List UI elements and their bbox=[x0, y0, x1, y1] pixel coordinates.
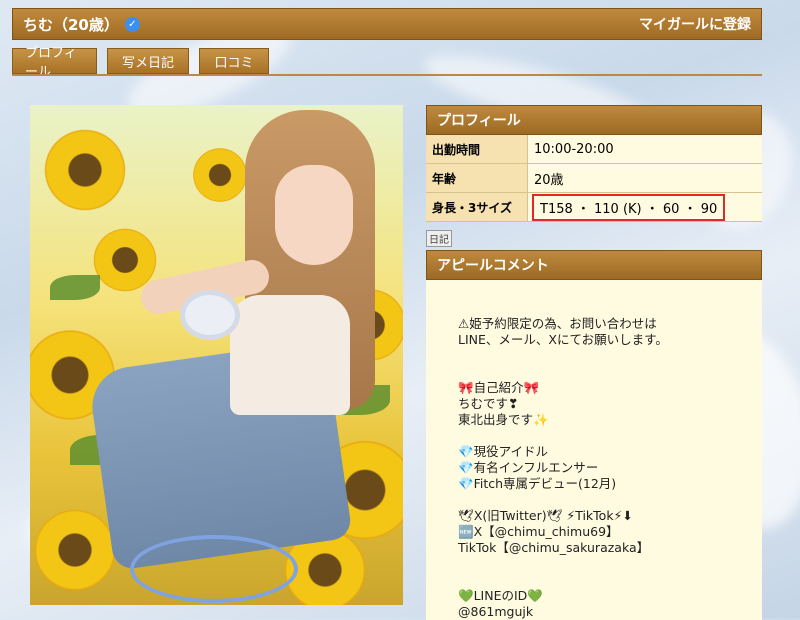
appeal-line: LINE、メール、Xにてお願いします。 bbox=[458, 332, 668, 347]
profile-row-size: 身長・3サイズ T158 ・ 110 (K) ・ 60 ・ 90 bbox=[426, 193, 762, 222]
appeal-line bbox=[458, 428, 752, 444]
profile-label: 身長・3サイズ bbox=[426, 193, 528, 221]
profile-row-shift: 出勤時間 10:00-20:00 bbox=[426, 135, 762, 164]
appeal-line bbox=[458, 556, 752, 572]
hose-nozzle bbox=[180, 290, 240, 340]
profile-tabs: プロフィール 写メ日記 口コミ bbox=[12, 46, 269, 80]
profile-photo[interactable] bbox=[30, 105, 403, 605]
profile-heading: プロフィール bbox=[426, 105, 762, 135]
profile-label: 年齢 bbox=[426, 164, 528, 192]
profile-value-cell: T158 ・ 110 (K) ・ 60 ・ 90 bbox=[528, 193, 762, 221]
tab-reviews[interactable]: 口コミ bbox=[199, 48, 269, 74]
diary-link[interactable]: 日記 bbox=[426, 230, 452, 247]
appeal-line: 🆕X【@chimu_chimu69】 bbox=[458, 524, 619, 539]
appeal-line: TikTok【@chimu_sakurazaka】 bbox=[458, 540, 650, 555]
appeal-line bbox=[458, 364, 752, 380]
appeal-line: 🕊X(旧Twitter)🕊 ⚡TikTok⚡⬇ bbox=[458, 508, 633, 523]
profile-value: 20歳 bbox=[528, 164, 762, 192]
appeal-line: 💎現役アイドル bbox=[458, 444, 548, 459]
profile-panel: プロフィール 出勤時間 10:00-20:00 年齢 20歳 身長・3サイズ T… bbox=[426, 105, 762, 222]
appeal-line: 💚LINEのID💚 bbox=[458, 588, 543, 603]
size-value-highlight: T158 ・ 110 (K) ・ 60 ・ 90 bbox=[532, 193, 726, 221]
appeal-line bbox=[458, 492, 752, 508]
appeal-line: ちむです❣ bbox=[458, 396, 519, 411]
appeal-line: 💎Fitch専属デビュー(12月) bbox=[458, 476, 617, 491]
appeal-heading: アピールコメント bbox=[426, 250, 762, 280]
verified-check-icon: ✓ bbox=[124, 16, 140, 32]
profile-value: 10:00-20:00 bbox=[528, 135, 762, 163]
tab-photo-diary[interactable]: 写メ日記 bbox=[107, 48, 189, 74]
tab-divider bbox=[12, 74, 762, 76]
profile-row-age: 年齢 20歳 bbox=[426, 164, 762, 193]
profile-label: 出勤時間 bbox=[426, 135, 528, 163]
profile-title-bar: ちむ（20歳） ✓ マイガールに登録 bbox=[12, 8, 762, 40]
appeal-line: 東北出身です✨ bbox=[458, 412, 549, 427]
appeal-line: 💎有名インフルエンサー bbox=[458, 460, 599, 475]
appeal-line: ⚠姫予約限定の為、お問い合わせは bbox=[458, 316, 657, 331]
appeal-panel: アピールコメント ⚠姫予約限定の為、お問い合わせは LINE、メール、Xにてお願… bbox=[426, 250, 762, 620]
appeal-line bbox=[458, 572, 752, 588]
girl-name: ちむ（20歳） bbox=[23, 15, 119, 34]
tab-profile[interactable]: プロフィール bbox=[12, 46, 97, 80]
register-my-girl-button[interactable]: マイガールに登録 bbox=[639, 14, 751, 34]
hose bbox=[130, 535, 298, 603]
appeal-line bbox=[458, 348, 752, 364]
appeal-comment-body: ⚠姫予約限定の為、お問い合わせは LINE、メール、Xにてお願いします。 🎀自己… bbox=[426, 280, 762, 620]
appeal-line: 🎀自己紹介🎀 bbox=[458, 380, 540, 395]
